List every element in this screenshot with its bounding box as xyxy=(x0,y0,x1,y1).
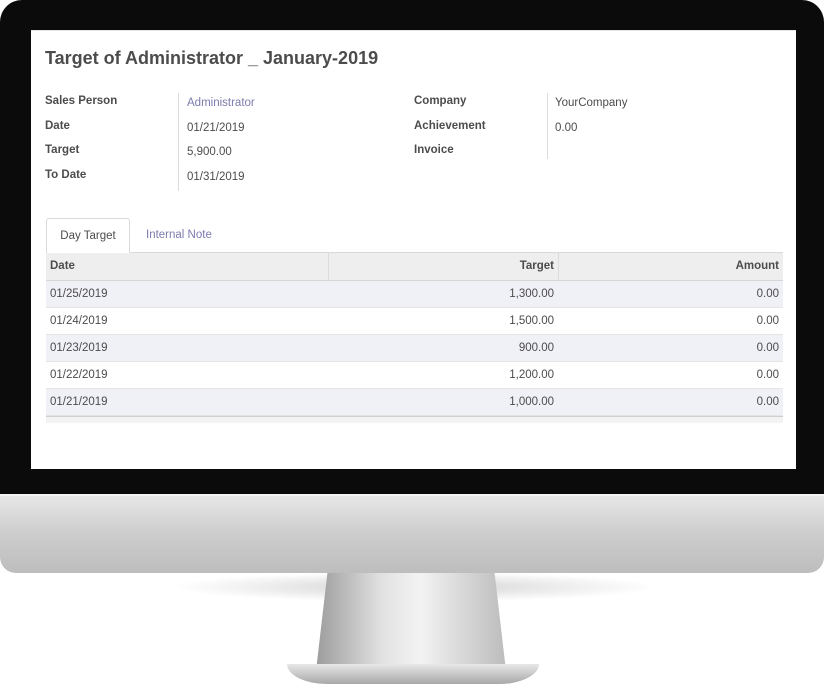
table-footer xyxy=(46,416,783,423)
table-row[interactable]: 01/25/2019 1,300.00 0.00 xyxy=(46,281,783,308)
cell-target: 1,200.00 xyxy=(509,369,554,381)
table-header: Date Target Amount xyxy=(46,253,783,281)
app-screen: Target of Administrator _ January-2019 S… xyxy=(31,30,796,469)
cell-target: 1,500.00 xyxy=(509,315,554,327)
column-header-amount[interactable]: Amount xyxy=(558,253,783,280)
cell-date: 01/25/2019 xyxy=(50,288,108,300)
tab-day-target[interactable]: Day Target xyxy=(46,218,130,253)
cell-amount: 0.00 xyxy=(756,342,779,354)
company-value: YourCompany xyxy=(555,97,628,109)
target-value: 5,900.00 xyxy=(187,146,232,158)
monitor-stand-neck xyxy=(316,573,506,671)
cell-target: 1,300.00 xyxy=(509,288,554,300)
cell-date: 01/21/2019 xyxy=(50,396,108,408)
achievement-value: 0.00 xyxy=(555,122,578,134)
date-value: 01/21/2019 xyxy=(187,122,245,134)
cell-amount: 0.00 xyxy=(756,288,779,300)
cell-target: 1,000.00 xyxy=(509,396,554,408)
screen-top-border xyxy=(31,30,796,31)
invoice-label: Invoice xyxy=(414,144,454,156)
tab-internal-note[interactable]: Internal Note xyxy=(146,229,212,241)
table-row[interactable]: 01/22/2019 1,200.00 0.00 xyxy=(46,362,783,389)
right-field-separator xyxy=(547,93,548,159)
page-title: Target of Administrator _ January-2019 xyxy=(45,48,379,68)
column-header-date[interactable]: Date xyxy=(46,253,328,280)
sales-person-label: Sales Person xyxy=(45,95,118,107)
to-date-label: To Date xyxy=(45,169,87,181)
monitor-stand-base xyxy=(287,664,539,684)
table-row[interactable]: 01/24/2019 1,500.00 0.00 xyxy=(46,308,783,335)
cell-date: 01/23/2019 xyxy=(50,342,108,354)
column-header-target[interactable]: Target xyxy=(328,253,558,280)
cell-amount: 0.00 xyxy=(756,369,779,381)
date-label: Date xyxy=(45,120,70,132)
to-date-value: 01/31/2019 xyxy=(187,171,245,183)
company-label: Company xyxy=(414,95,467,107)
table-row[interactable]: 01/21/2019 1,000.00 0.00 xyxy=(46,389,783,416)
table-row[interactable]: 01/23/2019 900.00 0.00 xyxy=(46,335,783,362)
target-label: Target xyxy=(45,144,80,156)
left-field-separator xyxy=(178,93,179,191)
sales-person-link[interactable]: Administrator xyxy=(187,97,255,109)
cell-date: 01/22/2019 xyxy=(50,369,108,381)
cell-date: 01/24/2019 xyxy=(50,315,108,327)
cell-target: 900.00 xyxy=(518,342,554,354)
cell-amount: 0.00 xyxy=(756,315,779,327)
day-target-table: Date Target Amount 01/25/2019 1,300.00 0… xyxy=(46,253,783,423)
cell-amount: 0.00 xyxy=(756,396,779,408)
monitor-chin xyxy=(0,494,824,573)
achievement-label: Achievement xyxy=(414,120,486,132)
